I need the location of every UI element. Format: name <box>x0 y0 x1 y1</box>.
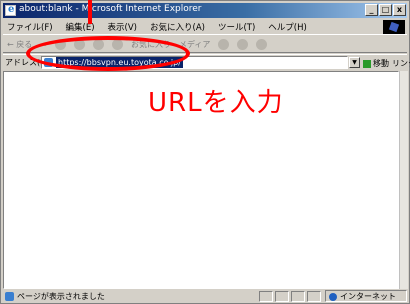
chevron-down-icon[interactable]: ▼ <box>349 57 360 68</box>
vertical-scrollbar[interactable] <box>399 71 408 289</box>
annotation-highlight-ellipse <box>26 36 190 71</box>
history-icon[interactable] <box>218 38 230 50</box>
links-button[interactable]: リンク » <box>392 58 410 69</box>
mail-icon[interactable] <box>237 38 249 50</box>
status-text: ページが表示されました <box>17 292 105 301</box>
window-controls: _ □ x <box>365 4 406 16</box>
status-panes <box>259 291 321 302</box>
menu-bar: ファイル(F) 編集(E) 表示(V) お気に入り(A) ツール(T) ヘルプ(… <box>3 19 407 35</box>
menu-file[interactable]: ファイル(F) <box>7 21 53 33</box>
windows-logo-icon <box>383 20 405 34</box>
title-bar[interactable]: about:blank - Microsoft Internet Explore… <box>3 3 407 18</box>
menu-help[interactable]: ヘルプ(H) <box>268 21 307 33</box>
status-pane <box>259 291 273 302</box>
go-arrow-icon <box>363 59 371 68</box>
annotation-callout: URLを入力 <box>148 88 284 118</box>
status-pane <box>307 291 321 302</box>
window-title: about:blank - Microsoft Internet Explore… <box>19 4 202 14</box>
globe-icon <box>329 293 337 301</box>
menu-favorites[interactable]: お気に入り(A) <box>150 21 205 33</box>
menu-tools[interactable]: ツール(T) <box>218 21 255 33</box>
status-pane <box>291 291 305 302</box>
go-button[interactable]: 移動 <box>363 58 389 69</box>
annotation-pointer-line <box>88 0 92 24</box>
minimize-button[interactable]: _ <box>365 4 378 16</box>
status-pane <box>275 291 289 302</box>
ie-icon <box>5 4 16 16</box>
status-bar: ページが表示されました インターネット <box>3 290 407 303</box>
menu-view[interactable]: 表示(V) <box>108 21 137 33</box>
page-done-icon <box>5 292 14 301</box>
go-label: 移動 <box>373 59 389 68</box>
print-icon[interactable] <box>256 38 268 50</box>
zone-label: インターネット <box>340 292 396 301</box>
maximize-button[interactable]: □ <box>379 4 392 16</box>
security-zone: インターネット <box>325 290 407 302</box>
close-button[interactable]: x <box>393 4 406 16</box>
